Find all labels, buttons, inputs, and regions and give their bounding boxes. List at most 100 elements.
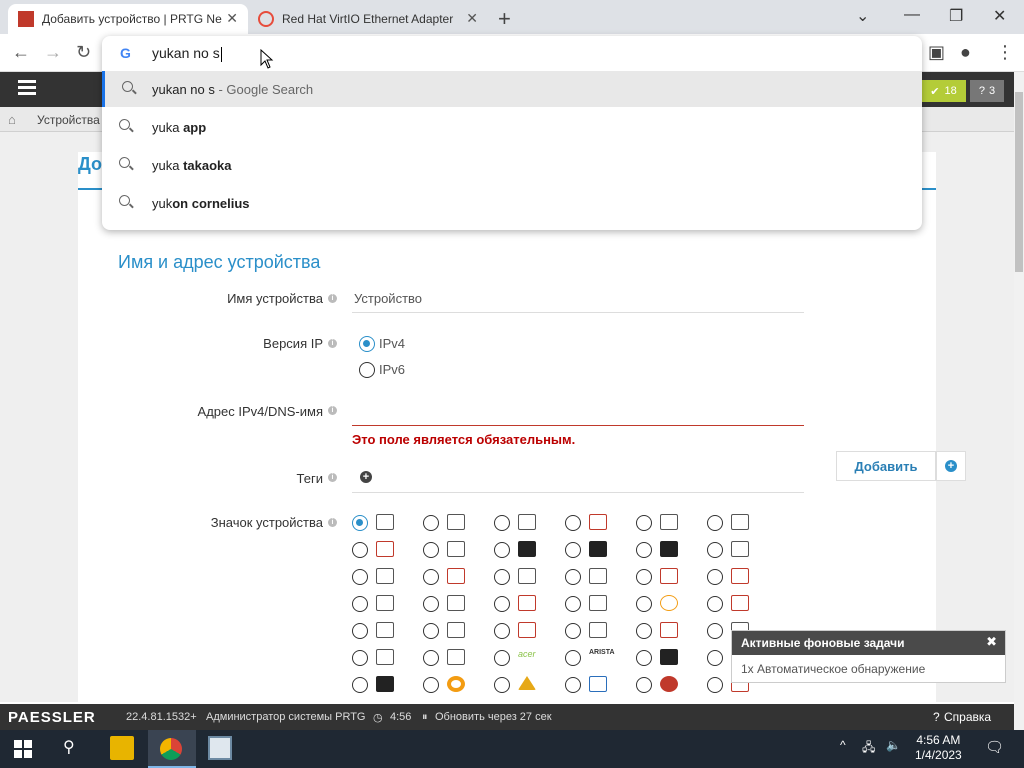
icon-radio[interactable] <box>707 569 723 585</box>
network-icon[interactable]: 🖧 <box>862 738 875 759</box>
file-explorer-icon[interactable] <box>110 736 134 760</box>
info-icon[interactable]: i <box>328 473 337 482</box>
omnibox-input[interactable]: yukan no s <box>152 45 222 62</box>
sidepanel-icon[interactable]: ▣ <box>928 42 945 63</box>
icon-radio[interactable] <box>565 515 581 531</box>
taskbar-clock[interactable]: 4:56 AM 1/4/2023 <box>915 733 962 763</box>
search-icon[interactable]: ⚲ <box>63 737 75 757</box>
icon-radio[interactable] <box>494 677 510 693</box>
icon-radio[interactable] <box>707 515 723 531</box>
scrollbar-thumb[interactable] <box>1015 92 1023 272</box>
minimize-icon[interactable]: — <box>904 6 920 24</box>
text-caret <box>220 46 222 62</box>
refresh-countdown[interactable]: Обновить через 27 сек <box>435 711 552 723</box>
icon-radio-server[interactable] <box>352 515 368 531</box>
icon-radio[interactable] <box>352 542 368 558</box>
back-icon[interactable]: ← <box>12 42 30 63</box>
pause-icon[interactable]: ⏸ <box>422 711 428 724</box>
icon-radio[interactable] <box>494 569 510 585</box>
icon-radio[interactable] <box>565 623 581 639</box>
icon-radio[interactable] <box>707 677 723 693</box>
icon-radio[interactable] <box>565 542 581 558</box>
volume-icon[interactable]: 🔈 <box>886 738 901 752</box>
icon-radio[interactable] <box>352 596 368 612</box>
tab-search-icon[interactable]: ⌄ <box>856 6 869 26</box>
hamburger-icon[interactable] <box>18 80 36 96</box>
server-manager-icon[interactable] <box>208 736 232 760</box>
icon-radio[interactable] <box>352 650 368 666</box>
address-input[interactable] <box>352 425 804 426</box>
icon-radio[interactable] <box>565 650 581 666</box>
add-plus-button[interactable]: + <box>936 451 966 481</box>
tab-redhat[interactable]: Red Hat VirtIO Ethernet Adapter ✕ <box>248 4 488 34</box>
reload-icon[interactable]: ↻ <box>76 42 91 63</box>
icon-radio[interactable] <box>565 596 581 612</box>
suggestion-item[interactable]: yuka app <box>102 109 922 145</box>
icon-radio[interactable] <box>707 623 723 639</box>
close-window-icon[interactable]: ✕ <box>993 6 1006 26</box>
new-tab-icon[interactable]: + <box>498 6 511 32</box>
icon-radio[interactable] <box>494 650 510 666</box>
info-icon[interactable]: i <box>328 339 337 348</box>
icon-radio[interactable] <box>494 515 510 531</box>
icon-radio[interactable] <box>636 623 652 639</box>
device-name-label: Имя устройства <box>227 291 323 306</box>
menu-icon[interactable]: ⋮ <box>996 42 1014 63</box>
omnibox[interactable]: G yukan no s <box>102 36 922 70</box>
icon-radio[interactable] <box>636 650 652 666</box>
close-icon[interactable]: ✖ <box>986 634 997 650</box>
close-tab-icon[interactable]: ✕ <box>466 10 478 27</box>
close-tab-icon[interactable]: ✕ <box>226 10 238 27</box>
device-name-input[interactable]: Устройство <box>354 291 422 306</box>
page-scrollbar[interactable] <box>1014 72 1024 730</box>
icon-radio[interactable] <box>352 677 368 693</box>
icon-radio[interactable] <box>494 623 510 639</box>
user-link[interactable]: Администратор системы PRTG <box>206 711 365 723</box>
icon-radio[interactable] <box>636 515 652 531</box>
icon-radio[interactable] <box>636 569 652 585</box>
home-icon[interactable]: ⌂ <box>8 112 16 127</box>
suggestion-item[interactable]: yukon cornelius <box>102 185 922 221</box>
windows-start-icon[interactable] <box>14 740 32 758</box>
icon-radio[interactable] <box>352 623 368 639</box>
icon-radio[interactable] <box>636 596 652 612</box>
icon-radio[interactable] <box>707 650 723 666</box>
icon-radio[interactable] <box>423 596 439 612</box>
add-tag-icon[interactable]: + <box>360 471 372 483</box>
help-link[interactable]: Справка <box>944 710 991 724</box>
icon-radio[interactable] <box>494 542 510 558</box>
info-icon[interactable]: i <box>328 406 337 415</box>
icon-radio[interactable] <box>423 677 439 693</box>
icon-radio[interactable] <box>423 650 439 666</box>
help-icon[interactable]: ? <box>933 710 940 724</box>
suggestion-item[interactable]: yuka takaoka <box>102 147 922 183</box>
icon-radio[interactable] <box>423 515 439 531</box>
info-icon[interactable]: i <box>328 518 337 527</box>
status-badge-ok[interactable]: ✔ 18 <box>921 80 966 102</box>
notifications-icon[interactable]: 🗨 <box>985 738 1004 756</box>
icon-radio[interactable] <box>494 596 510 612</box>
forward-icon[interactable]: → <box>44 42 62 63</box>
icon-radio[interactable] <box>565 677 581 693</box>
profile-icon[interactable]: ● <box>960 42 971 63</box>
icon-radio[interactable] <box>636 677 652 693</box>
icon-radio[interactable] <box>636 542 652 558</box>
icon-radio[interactable] <box>423 542 439 558</box>
icon-radio[interactable] <box>423 623 439 639</box>
chevron-up-icon[interactable]: ^ <box>840 738 846 752</box>
restore-icon[interactable]: ❐ <box>949 6 963 26</box>
suggestion-item[interactable]: yukan no s - Google Search <box>102 71 922 107</box>
status-badge-unknown[interactable]: ? 3 <box>970 80 1004 102</box>
info-icon[interactable]: i <box>328 294 337 303</box>
ipv6-radio[interactable] <box>359 362 375 378</box>
breadcrumb-item-devices[interactable]: Устройства <box>37 113 100 127</box>
add-button[interactable]: Добавить <box>836 451 936 481</box>
ipv4-radio[interactable] <box>359 336 375 352</box>
icon-radio[interactable] <box>707 542 723 558</box>
icon-radio[interactable] <box>352 569 368 585</box>
taskbar-chrome-active[interactable] <box>148 730 196 768</box>
icon-radio[interactable] <box>707 596 723 612</box>
tab-prtg[interactable]: Добавить устройство | PRTG Ne ✕ <box>8 4 248 34</box>
icon-radio[interactable] <box>423 569 439 585</box>
icon-radio[interactable] <box>565 569 581 585</box>
